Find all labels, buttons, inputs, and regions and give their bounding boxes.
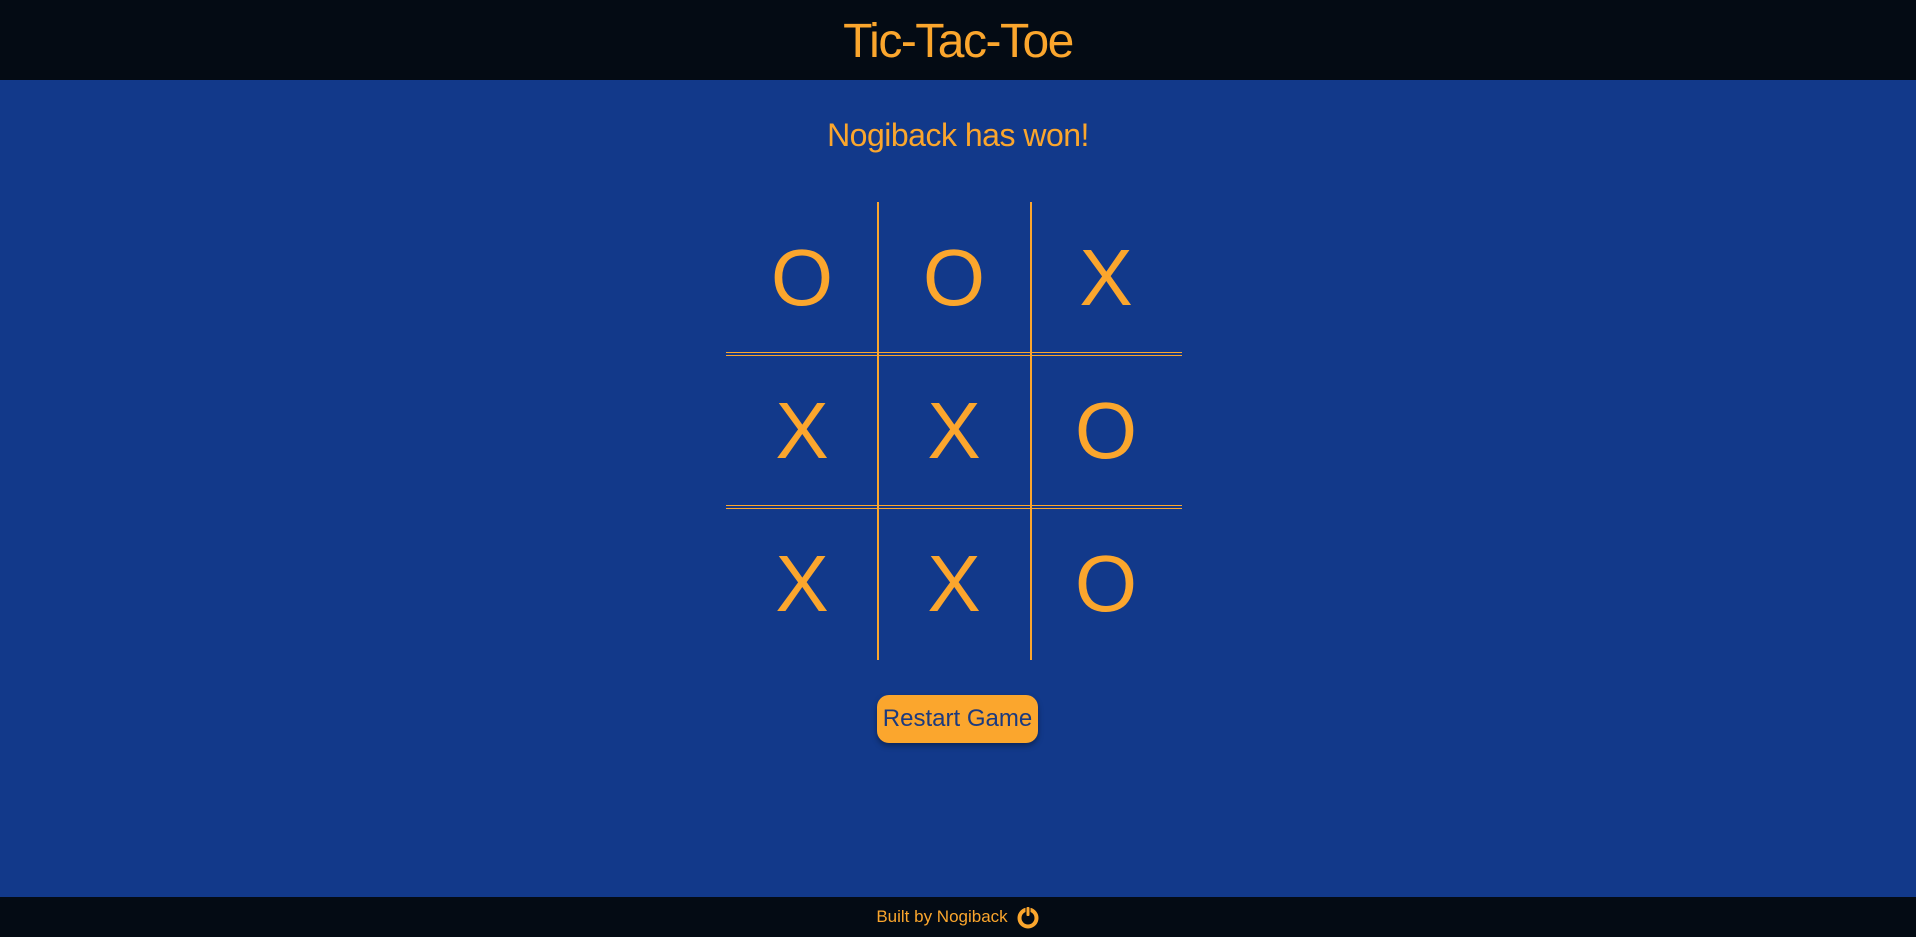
board-cell-6[interactable]: O bbox=[1030, 355, 1182, 507]
restart-game-button[interactable]: Restart Game bbox=[877, 695, 1038, 743]
footer-credit: Built by Nogiback bbox=[876, 907, 1008, 926]
footer-bar: Built by Nogiback bbox=[0, 897, 1916, 937]
board-cell-1[interactable]: O bbox=[726, 202, 878, 354]
header-bar: Tic-Tac-Toe bbox=[0, 0, 1916, 80]
grid-line-vertical-1 bbox=[877, 202, 879, 660]
grid-line-horizontal-1 bbox=[726, 352, 1182, 356]
board-cell-9[interactable]: O bbox=[1030, 508, 1182, 660]
board-cell-8[interactable]: X bbox=[878, 508, 1030, 660]
power-ring-icon[interactable] bbox=[1016, 905, 1040, 929]
game-board: O O X X X O X X O bbox=[726, 202, 1182, 660]
page-title: Tic-Tac-Toe bbox=[843, 14, 1074, 68]
board-cell-2[interactable]: O bbox=[878, 202, 1030, 354]
board-cell-3[interactable]: X bbox=[1030, 202, 1182, 354]
board-cell-7[interactable]: X bbox=[726, 508, 878, 660]
board-cell-5[interactable]: X bbox=[878, 355, 1030, 507]
board-cell-4[interactable]: X bbox=[726, 355, 878, 507]
grid-line-vertical-2 bbox=[1030, 202, 1032, 660]
game-status: Nogiback has won! bbox=[827, 117, 1089, 153]
grid-line-horizontal-2 bbox=[726, 505, 1182, 509]
